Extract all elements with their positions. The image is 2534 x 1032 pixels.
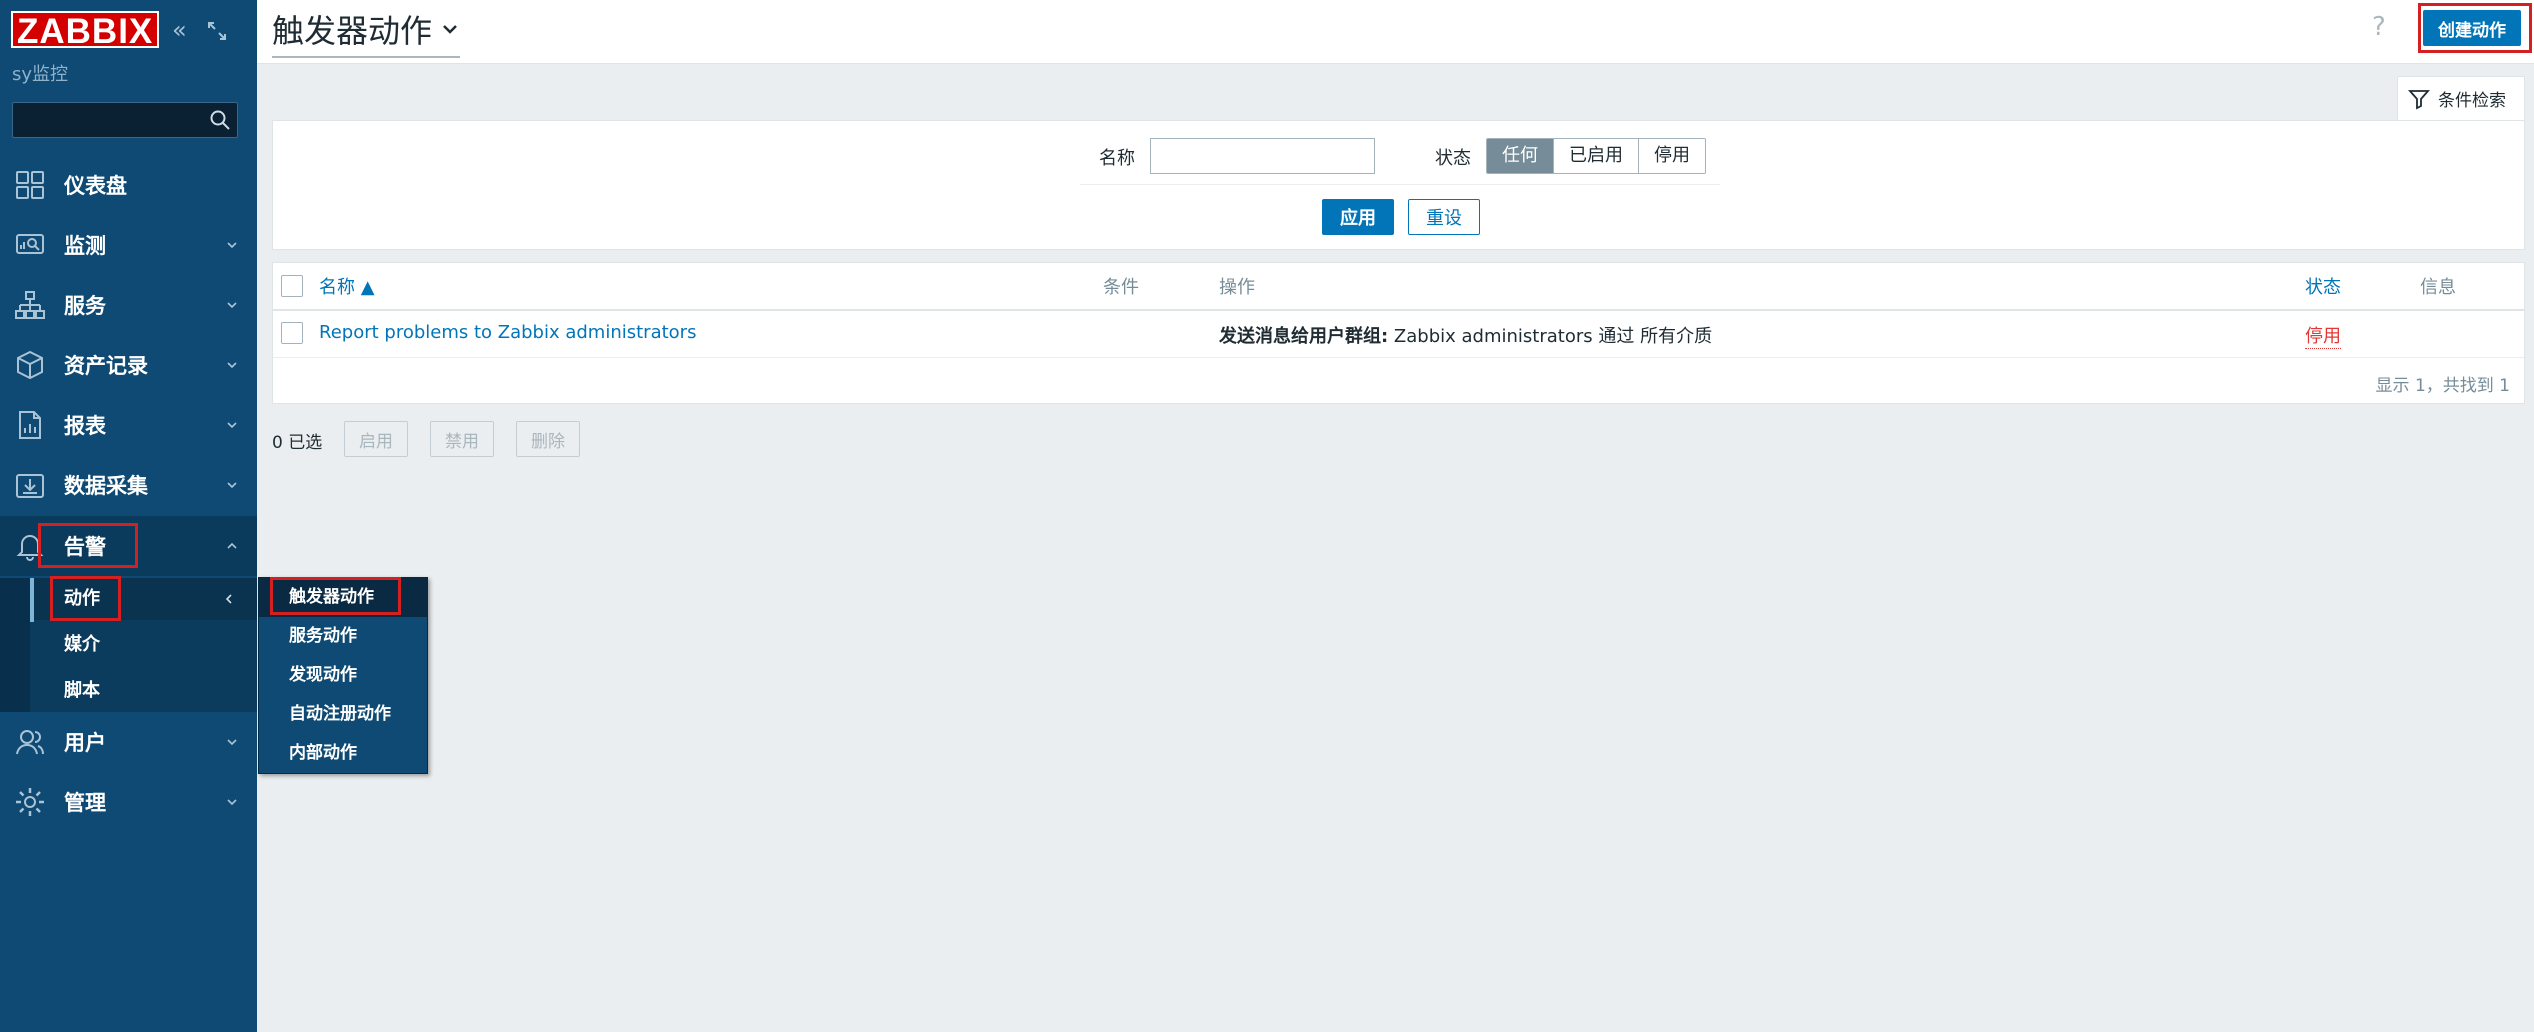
chevron-down-icon (227, 302, 237, 309)
chevron-down-icon (227, 482, 237, 489)
menu-label: 告警 (64, 535, 106, 559)
chevron-up-icon (227, 542, 237, 549)
disable-button[interactable]: 禁用 (430, 421, 494, 457)
services-icon (15, 291, 45, 319)
page-header: 触发器动作 ? 创建动作 (257, 0, 2534, 64)
reports-icon (19, 411, 41, 439)
sidebar: ZABBIX « sy监控 仪表盘 监测 服务 资产记录 报表 数据采集 告警 … (0, 0, 257, 1032)
filter-icon (2408, 89, 2430, 109)
chevron-left-icon (225, 594, 232, 604)
actions-table: 名称 ▲ 条件 操作 状态 信息 Report problems to Zabb… (272, 262, 2525, 404)
page-title-dropdown[interactable]: 触发器动作 (272, 6, 461, 58)
submenu-item-scripts[interactable]: 脚本 (30, 670, 257, 712)
header-divider (273, 309, 2524, 311)
filter-status-label: 状态 (1435, 148, 1471, 169)
actions-flyout: 触发器动作 服务动作 发现动作 自动注册动作 内部动作 (258, 577, 428, 774)
selected-count: 0 已选 (272, 433, 323, 453)
select-all-checkbox[interactable] (281, 275, 303, 297)
sidebar-search[interactable] (12, 102, 238, 138)
alerts-submenu: 动作 媒介 脚本 (30, 578, 257, 712)
action-name-link[interactable]: Report problems to Zabbix administrators (319, 322, 696, 343)
row-divider (273, 357, 2524, 358)
status-badge[interactable]: 停用 (2305, 322, 2341, 349)
menu-dashboard[interactable]: 仪表盘 (0, 155, 257, 215)
menu-users[interactable]: 用户 (0, 712, 257, 772)
chevron-down-icon (227, 739, 237, 746)
column-header-info: 信息 (2420, 277, 2456, 298)
menu-label: 数据采集 (64, 474, 148, 498)
page-title: 触发器动作 (272, 12, 433, 50)
monitoring-icon (16, 234, 44, 254)
chevron-down-icon (227, 799, 237, 806)
menu-data-collection[interactable]: 数据采集 (0, 455, 257, 515)
dashboard-icon (16, 171, 44, 199)
filter-name-input[interactable] (1150, 138, 1375, 174)
collapse-sidebar-icon[interactable]: « (172, 16, 187, 44)
chevron-down-icon (227, 242, 237, 249)
status-option-any[interactable]: 任何 (1487, 139, 1554, 173)
menu-administration[interactable]: 管理 (0, 772, 257, 832)
enable-button[interactable]: 启用 (344, 421, 408, 457)
operations-rest: Zabbix administrators 通过 所有介质 (1388, 326, 1713, 347)
alerts-icon (16, 535, 44, 561)
menu-monitoring[interactable]: 监测 (0, 215, 257, 275)
menu-label: 用户 (64, 731, 106, 755)
kiosk-mode-icon[interactable] (206, 16, 228, 48)
status-segmented-control: 任何 已启用 停用 (1486, 138, 1706, 174)
host-name: sy监控 (12, 64, 69, 85)
menu-label: 管理 (64, 791, 106, 815)
menu-reports[interactable]: 报表 (0, 395, 257, 455)
reset-button[interactable]: 重设 (1408, 199, 1480, 235)
menu-label: 报表 (64, 414, 106, 438)
help-icon[interactable]: ? (2372, 12, 2386, 42)
apply-button[interactable]: 应用 (1322, 199, 1394, 235)
flyout-item-service-actions[interactable]: 服务动作 (259, 617, 427, 656)
column-header-name[interactable]: 名称 ▲ (319, 273, 375, 299)
flyout-item-autoregistration-actions[interactable]: 自动注册动作 (259, 695, 427, 734)
administration-icon (16, 788, 44, 816)
filter-name-label: 名称 (1099, 148, 1135, 169)
filter-tab[interactable]: 条件检索 (2397, 76, 2525, 120)
users-icon (16, 730, 44, 755)
delete-button[interactable]: 删除 (516, 421, 580, 457)
search-icon[interactable] (209, 109, 231, 131)
chevron-down-icon (227, 422, 237, 429)
menu-label: 仪表盘 (64, 174, 127, 198)
data-collection-icon (16, 474, 44, 498)
menu-services[interactable]: 服务 (0, 275, 257, 335)
chevron-down-icon (443, 25, 457, 34)
filter-panel: 名称 状态 任何 已启用 停用 应用 重设 (272, 120, 2525, 250)
sidebar-search-input[interactable] (13, 103, 193, 137)
column-header-conditions: 条件 (1103, 277, 1139, 298)
paging-info: 显示 1，共找到 1 (2375, 376, 2510, 396)
submenu-item-media[interactable]: 媒介 (30, 624, 257, 666)
zabbix-logo[interactable]: ZABBIX (11, 11, 160, 50)
status-option-enabled[interactable]: 已启用 (1554, 139, 1639, 173)
row-checkbox[interactable] (281, 322, 303, 344)
menu-alerts[interactable]: 告警 (0, 516, 257, 576)
menu-inventory[interactable]: 资产记录 (0, 335, 257, 395)
menu-label: 服务 (64, 294, 106, 318)
filter-tab-label: 条件检索 (2438, 91, 2506, 111)
inventory-icon (17, 350, 43, 380)
menu-label: 监测 (64, 234, 106, 258)
column-header-operations: 操作 (1219, 277, 1255, 298)
flyout-item-internal-actions[interactable]: 内部动作 (259, 734, 427, 773)
column-header-status[interactable]: 状态 (2305, 273, 2341, 299)
create-action-button[interactable]: 创建动作 (2423, 10, 2521, 46)
submenu-stripe (0, 578, 30, 712)
chevron-down-icon (227, 362, 237, 369)
operations-bold: 发送消息给用户群组: (1219, 326, 1389, 347)
filter-divider (1080, 184, 1720, 185)
flyout-item-trigger-actions[interactable]: 触发器动作 (259, 578, 427, 617)
active-indicator (30, 578, 34, 622)
menu-label: 资产记录 (64, 354, 148, 378)
action-operations: 发送消息给用户群组: Zabbix administrators 通过 所有介质 (1219, 322, 1712, 348)
status-option-disabled[interactable]: 停用 (1639, 139, 1705, 173)
flyout-item-discovery-actions[interactable]: 发现动作 (259, 656, 427, 695)
